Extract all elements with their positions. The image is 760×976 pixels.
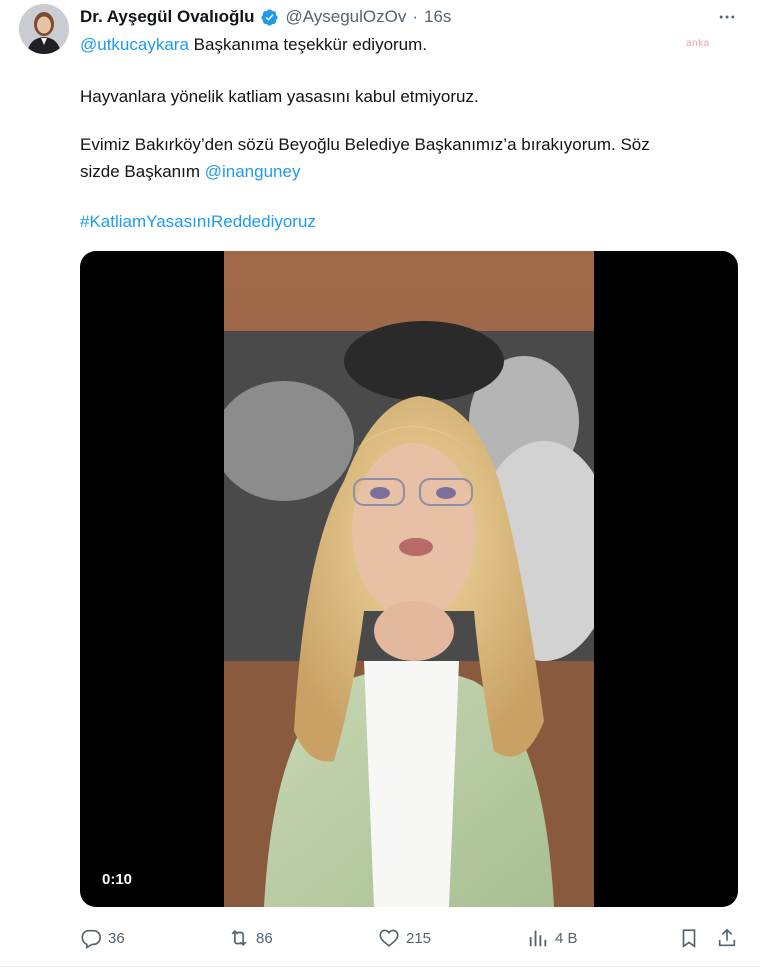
verified-badge-icon[interactable]	[260, 8, 279, 27]
retweet-count: 86	[256, 929, 273, 947]
video-timecode: 0:10	[102, 871, 133, 888]
tweet-header: Dr. Ayşegül Ovalıoğlu @AysegulOzOv · 16s	[80, 5, 451, 29]
video-thumbnail	[224, 251, 594, 907]
reply-count: 36	[108, 929, 125, 947]
heart-icon	[379, 929, 399, 947]
mention-link[interactable]: @inanguney	[205, 162, 301, 181]
more-dots-icon	[719, 15, 735, 19]
tweet-text-line: @utkucaykara Başkanıma teşekkür ediyorum…	[80, 33, 720, 57]
tweet-time[interactable]: 16s	[424, 7, 451, 27]
share-icon	[718, 928, 736, 947]
tweet-actions: 36 86 215 4 B	[80, 925, 742, 951]
views-count: 4 B	[555, 929, 578, 947]
tweet-text-segment: sizde Başkanım	[80, 162, 205, 181]
tweet-text-line: sizde Başkanım @inanguney	[80, 160, 720, 184]
analytics-bars-icon	[529, 930, 547, 947]
retweet-icon	[231, 929, 247, 947]
more-options-button[interactable]	[714, 6, 740, 28]
mention-link[interactable]: @utkucaykara	[80, 35, 189, 54]
like-button[interactable]: 215	[378, 925, 431, 951]
hashtag-link[interactable]: #KatliamYasasınıReddediyoruz	[80, 212, 316, 231]
tweet: Dr. Ayşegül Ovalıoğlu @AysegulOzOv · 16s…	[0, 0, 760, 976]
retweet-button[interactable]: 86	[228, 925, 273, 951]
video-player[interactable]: 0:10	[80, 251, 738, 907]
profile-photo-icon	[19, 4, 69, 54]
bookmark-button[interactable]	[678, 925, 700, 951]
hashtag-line: #KatliamYasasınıReddediyoruz	[80, 210, 720, 234]
author-name[interactable]: Dr. Ayşegül Ovalıoğlu	[80, 7, 254, 27]
share-button[interactable]	[716, 925, 738, 951]
tweet-divider	[0, 966, 760, 967]
tweet-text-line: Hayvanlara yönelik katliam yasasını kabu…	[80, 87, 479, 106]
bookmark-icon	[682, 929, 696, 948]
tweet-text-segment: Başkanıma teşekkür ediyorum.	[188, 35, 428, 54]
author-handle[interactable]: @AysegulOzOv	[285, 7, 406, 27]
reply-icon	[81, 929, 101, 949]
views-button[interactable]: 4 B	[527, 925, 578, 951]
header-separator: ·	[412, 7, 419, 26]
like-count: 215	[406, 929, 432, 947]
video-frame[interactable]	[224, 251, 594, 907]
tweet-text-line: Evimiz Bakırköy’den sözü Beyoğlu Belediy…	[80, 135, 650, 154]
reply-button[interactable]: 36	[80, 925, 125, 951]
author-avatar[interactable]	[19, 4, 69, 54]
